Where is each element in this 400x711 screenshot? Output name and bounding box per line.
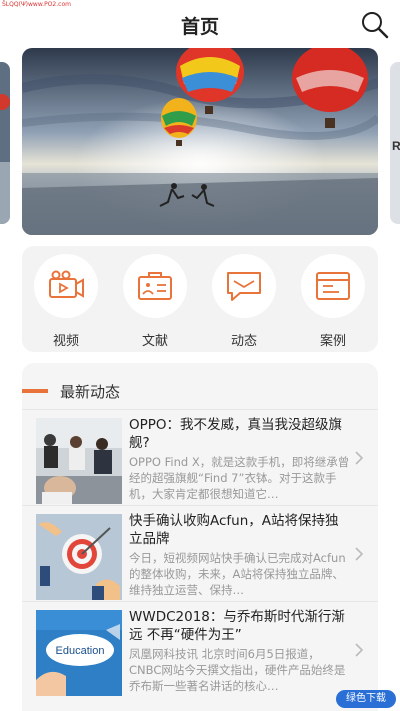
news-thumbnail-meeting	[36, 418, 122, 504]
menu-item-updates[interactable]: 动态	[211, 254, 277, 350]
search-icon[interactable]	[360, 10, 390, 40]
news-summary: 今日，短视频网站快手确认已完成对Acfun的整体收购，未来，A站将保持独立品牌、…	[129, 551, 346, 597]
news-thumbnail-target	[36, 514, 122, 600]
news-item[interactable]: OPPO：我不发威，真当我没超级旗舰? OPPO Find X，就是这款手机，即…	[22, 409, 378, 505]
news-item[interactable]: 快手确认收购Acfun，A站将保持独立品牌 今日，短视频网站快手确认已完成对Ac…	[22, 505, 378, 601]
site-logo-badge: 绿色下载	[336, 690, 396, 708]
message-bubble-icon	[212, 254, 276, 318]
education-thumb-text: Education	[56, 645, 105, 657]
category-menu: 视频 文献 动态 案例	[22, 246, 378, 352]
news-section-title: 最新动态	[60, 383, 121, 401]
chevron-right-icon	[354, 642, 364, 658]
status-watermark: ŠLQQ(Ψ)www.PO2.com	[2, 1, 71, 8]
news-headline: WWDC2018：与乔布斯时代渐行渐远 不再“硬件为王”	[129, 609, 345, 643]
menu-item-literature[interactable]: 文献	[122, 254, 188, 350]
menu-item-cases[interactable]: 案例	[300, 254, 366, 350]
news-thumbnail-education: Education	[36, 610, 122, 696]
news-summary: OPPO Find X，就是这款手机，即将继承曾经的超强旗舰“Find 7”衣钵…	[129, 455, 350, 501]
menu-item-video[interactable]: 视频	[33, 254, 99, 350]
document-card-icon	[123, 254, 187, 318]
page-title: 首页	[180, 16, 219, 38]
menu-item-label: 视频	[52, 334, 79, 349]
menu-item-label: 案例	[319, 334, 346, 349]
svg-text:R: R	[392, 139, 400, 153]
news-headline: 快手确认收购Acfun，A站将保持独立品牌	[129, 513, 339, 547]
chevron-right-icon	[354, 546, 364, 562]
carousel-slide-balloons[interactable]	[22, 48, 378, 235]
news-item[interactable]: Education WWDC2018：与乔布斯时代渐行渐远 不再“硬件为王” 凤…	[22, 601, 378, 697]
section-accent-bar	[22, 389, 48, 393]
carousel-slide-next[interactable]: R	[390, 62, 400, 224]
news-summary: 凤凰网科技讯 北京时间6月5日报道，CNBC网站今天撰文指出，硬件产品始终是乔布…	[129, 647, 346, 693]
balloons-photo	[22, 48, 378, 235]
banner-carousel[interactable]: R	[0, 48, 400, 238]
chevron-right-icon	[354, 450, 364, 466]
news-headline: OPPO：我不发威，真当我没超级旗舰?	[129, 417, 343, 451]
carousel-slide-previous[interactable]	[0, 62, 10, 224]
menu-item-label: 动态	[230, 334, 257, 349]
news-section-header: 最新动态	[22, 363, 378, 413]
menu-item-label: 文献	[141, 334, 168, 349]
case-file-icon	[301, 254, 365, 318]
video-camera-icon	[34, 254, 98, 318]
latest-news-section: 最新动态 OPPO：我不发威，真当我没超级旗舰? OPPO Find X，就是这…	[22, 363, 378, 711]
